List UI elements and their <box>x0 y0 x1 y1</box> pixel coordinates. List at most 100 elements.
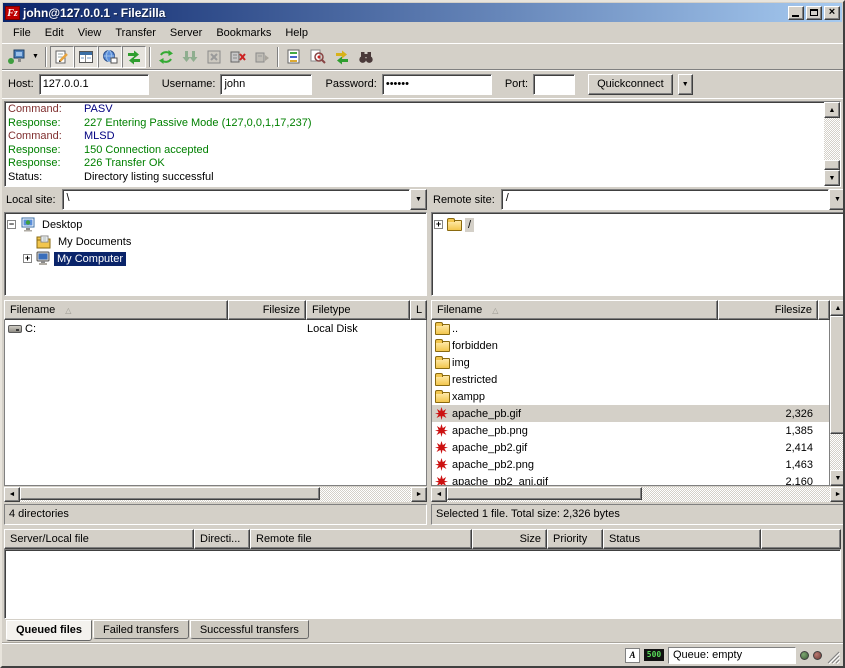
menu-server[interactable]: Server <box>163 25 209 41</box>
title-bar[interactable]: Fz john@127.0.0.1 - FileZilla × <box>3 3 842 22</box>
message-log-icon <box>54 49 70 65</box>
local-tree-toggle-button[interactable] <box>74 46 98 68</box>
column-filesize[interactable]: Filesize <box>228 300 306 320</box>
expand-icon[interactable]: + <box>434 220 443 229</box>
chevron-down-icon[interactable]: ▼ <box>829 189 845 210</box>
tree-item-desktop[interactable]: − Desktop <box>7 216 424 233</box>
password-input[interactable] <box>382 74 492 95</box>
column-last-modified[interactable]: L <box>410 300 427 320</box>
desktop-icon <box>20 217 36 232</box>
column-server-local-file[interactable]: Server/Local file <box>4 529 194 549</box>
port-input[interactable] <box>533 74 575 95</box>
menu-view[interactable]: View <box>71 25 109 41</box>
collapse-icon[interactable]: − <box>7 220 16 229</box>
local-tree-icon <box>78 49 94 65</box>
tab-failed-transfers[interactable]: Failed transfers <box>93 620 189 639</box>
disconnect-button[interactable] <box>226 46 250 68</box>
tab-queued-files[interactable]: Queued files <box>6 620 92 641</box>
close-button[interactable]: × <box>824 6 840 20</box>
transfer-queue: Server/Local file Directi... Remote file… <box>4 529 841 643</box>
process-queue-button[interactable] <box>178 46 202 68</box>
column-priority[interactable]: Priority <box>547 529 603 549</box>
column-filetype[interactable]: Filetype <box>306 300 410 320</box>
username-input[interactable] <box>220 74 312 95</box>
directory-filters-button[interactable] <box>282 46 306 68</box>
reconnect-button[interactable] <box>250 46 274 68</box>
scroll-down-icon[interactable]: ▼ <box>824 170 840 186</box>
maximize-button[interactable] <box>806 6 822 20</box>
folder-row[interactable]: .. <box>432 320 829 337</box>
port-label: Port: <box>505 78 528 90</box>
synchronized-browsing-button[interactable] <box>330 46 354 68</box>
menu-bookmarks[interactable]: Bookmarks <box>209 25 278 41</box>
column-filesize[interactable]: Filesize <box>718 300 818 320</box>
expand-icon[interactable]: + <box>23 254 32 263</box>
host-input[interactable] <box>39 74 149 95</box>
minimize-button[interactable] <box>788 6 804 20</box>
scrollbar-thumb[interactable] <box>20 487 320 500</box>
local-horizontal-scrollbar[interactable]: ◄ ► <box>4 487 427 502</box>
folder-row[interactable]: img <box>432 354 829 371</box>
browser-panes: Local site: \ ▼ − Desktop My Documents <box>4 189 841 525</box>
column-filler <box>818 300 830 320</box>
tree-item-root[interactable]: + / <box>434 216 843 233</box>
folder-row[interactable]: forbidden <box>432 337 829 354</box>
tab-successful-transfers[interactable]: Successful transfers <box>190 620 309 639</box>
refresh-button[interactable] <box>154 46 178 68</box>
local-site-value[interactable]: \ <box>62 189 410 210</box>
queue-toggle-button[interactable] <box>122 46 146 68</box>
folder-icon <box>435 339 452 352</box>
scroll-left-icon[interactable]: ◄ <box>431 487 447 502</box>
column-direction[interactable]: Directi... <box>194 529 250 549</box>
remote-file-list: .. forbidden img restricted xampp apache… <box>431 320 830 486</box>
remote-vertical-scrollbar[interactable]: ▲ ▼ <box>830 300 845 486</box>
transfer-type-ascii-icon[interactable]: A <box>625 648 640 663</box>
chevron-down-icon[interactable]: ▼ <box>410 189 427 210</box>
scroll-left-icon[interactable]: ◄ <box>4 487 20 502</box>
column-filename[interactable]: Filename△ <box>4 300 228 320</box>
menu-help[interactable]: Help <box>278 25 315 41</box>
cancel-button[interactable] <box>202 46 226 68</box>
file-row-c-drive[interactable]: C: Local Disk <box>5 320 426 337</box>
menu-transfer[interactable]: Transfer <box>108 25 163 41</box>
quickconnect-button[interactable]: Quickconnect <box>588 74 673 95</box>
file-row[interactable]: apache_pb2.png1,463 <box>432 456 829 473</box>
column-filename[interactable]: Filename△ <box>431 300 718 320</box>
tree-item-my-computer[interactable]: + My Computer <box>7 250 424 267</box>
column-size[interactable]: Size <box>472 529 547 549</box>
queue-list[interactable] <box>4 549 841 619</box>
scrollbar-thumb[interactable] <box>447 487 642 500</box>
scroll-right-icon[interactable]: ► <box>830 487 845 502</box>
folder-row[interactable]: restricted <box>432 371 829 388</box>
column-remote-file[interactable]: Remote file <box>250 529 472 549</box>
site-manager-button[interactable] <box>5 46 29 68</box>
find-files-button[interactable] <box>354 46 378 68</box>
scroll-down-icon[interactable]: ▼ <box>830 470 845 486</box>
scroll-right-icon[interactable]: ► <box>411 487 427 502</box>
remote-tree-toggle-button[interactable] <box>98 46 122 68</box>
remote-site-combo[interactable]: / ▼ <box>501 189 845 210</box>
directory-comparison-button[interactable] <box>306 46 330 68</box>
scrollbar-thumb[interactable] <box>824 160 840 170</box>
site-manager-dropdown[interactable]: ▼ <box>29 46 42 68</box>
scroll-up-icon[interactable]: ▲ <box>824 102 840 118</box>
remote-horizontal-scrollbar[interactable]: ◄ ► <box>431 487 845 502</box>
column-status[interactable]: Status <box>603 529 761 549</box>
remote-site-value[interactable]: / <box>501 189 829 210</box>
scroll-up-icon[interactable]: ▲ <box>830 300 845 316</box>
speed-limit-badge[interactable]: 500 <box>644 649 664 661</box>
menu-file[interactable]: File <box>6 25 38 41</box>
menu-edit[interactable]: Edit <box>38 25 71 41</box>
log-vertical-scrollbar[interactable]: ▲ ▼ <box>824 102 840 186</box>
local-site-combo[interactable]: \ ▼ <box>62 189 427 210</box>
message-log-toggle-button[interactable] <box>50 46 74 68</box>
file-row[interactable]: apache_pb2.gif2,414 <box>432 439 829 456</box>
file-row[interactable]: apache_pb.png1,385 <box>432 422 829 439</box>
quickconnect-dropdown[interactable]: ▼ <box>678 74 693 95</box>
folder-row[interactable]: xampp <box>432 388 829 405</box>
resize-grip[interactable] <box>826 650 840 664</box>
tree-item-my-documents[interactable]: My Documents <box>7 233 424 250</box>
scrollbar-thumb[interactable] <box>830 316 845 434</box>
file-row-selected[interactable]: apache_pb.gif2,326 <box>432 405 829 422</box>
file-row[interactable]: apache_pb2_ani.gif2,160 <box>432 473 829 486</box>
